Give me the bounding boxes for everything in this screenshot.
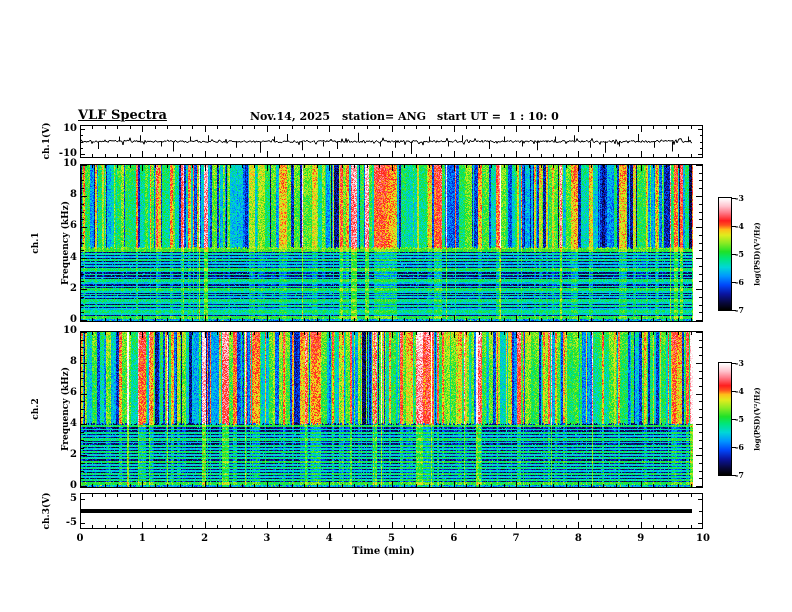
x-tick-label: 8 xyxy=(574,533,582,544)
x-tick-label: 9 xyxy=(637,533,645,544)
y-tick-label-ch1spec: 6 xyxy=(70,220,77,232)
y-tick-label-ch3v: 5 xyxy=(70,493,77,504)
y-tick-label-ch2spec: 10 xyxy=(63,325,77,336)
x-tick-label: 6 xyxy=(450,533,458,544)
x-tick-label: 2 xyxy=(201,533,209,544)
y-tick-label-ch1spec: 10 xyxy=(63,158,77,169)
colorbar2-tick-label: -7 xyxy=(735,470,744,480)
y-tick-label-ch2spec: 6 xyxy=(70,387,77,398)
ch3-waveform-panel xyxy=(80,493,703,529)
colorbar2-tick-label: -5 xyxy=(735,414,744,424)
x-tick-label: 7 xyxy=(512,533,520,544)
y-tick-label-ch1spec: 8 xyxy=(70,189,77,201)
header-date: Nov.14, 2025 xyxy=(250,110,331,123)
x-tick-label: 5 xyxy=(388,533,395,544)
header-station: station= ANG xyxy=(342,110,427,123)
x-tick-label: 10 xyxy=(696,533,710,544)
y-tick-label-ch1v: 10 xyxy=(63,123,77,134)
colorbar1-tick-label: -7 xyxy=(735,305,744,315)
y-tick-label-ch2spec: 4 xyxy=(70,418,77,429)
y-tick-label-ch1spec: 2 xyxy=(70,282,77,294)
colorbar2-tick-label: -4 xyxy=(735,386,744,396)
colorbar1-tick-label: -5 xyxy=(735,249,744,259)
ch1-spectrogram-panel xyxy=(80,164,703,322)
colorbar2-tick-label: -3 xyxy=(735,358,744,368)
colorbar2-tick-label: -6 xyxy=(735,442,744,452)
x-axis-label: Time (min) xyxy=(352,546,415,557)
y-tick-label-ch3v: -5 xyxy=(65,517,77,528)
ch2-spectrogram-ylabel: ch.2 Frequency (kHz) xyxy=(31,366,71,452)
colorbar1-tick-label: -6 xyxy=(735,277,744,287)
x-tick-label: 0 xyxy=(76,533,84,544)
x-tick-label: 3 xyxy=(263,533,271,544)
y-tick-label-ch2spec: 2 xyxy=(70,449,77,460)
figure-title: VLF Spectra xyxy=(78,108,167,123)
y-tick-label-ch1spec: 0 xyxy=(70,314,77,325)
colorbar1-tick-label: -4 xyxy=(735,221,744,231)
y-tick-label-ch2spec: 0 xyxy=(70,480,77,491)
x-tick-label: 1 xyxy=(138,533,146,544)
vlf-spectra-figure: VLF Spectra Nov.14, 2025 station= ANG st… xyxy=(0,0,792,612)
x-tick-label: 4 xyxy=(325,533,333,544)
ch1-waveform-panel xyxy=(80,125,703,158)
colorbar1-tick-label: -3 xyxy=(735,193,744,203)
ch2-spectrogram-panel xyxy=(80,331,703,488)
y-tick-label-ch1spec: 4 xyxy=(70,251,77,263)
header-start-ut: start UT = 1 : 10: 0 xyxy=(437,110,559,123)
y-tick-label-ch2spec: 8 xyxy=(70,356,77,367)
ch1-spectrogram-ylabel: ch.1 Frequency (kHz) xyxy=(31,200,71,286)
